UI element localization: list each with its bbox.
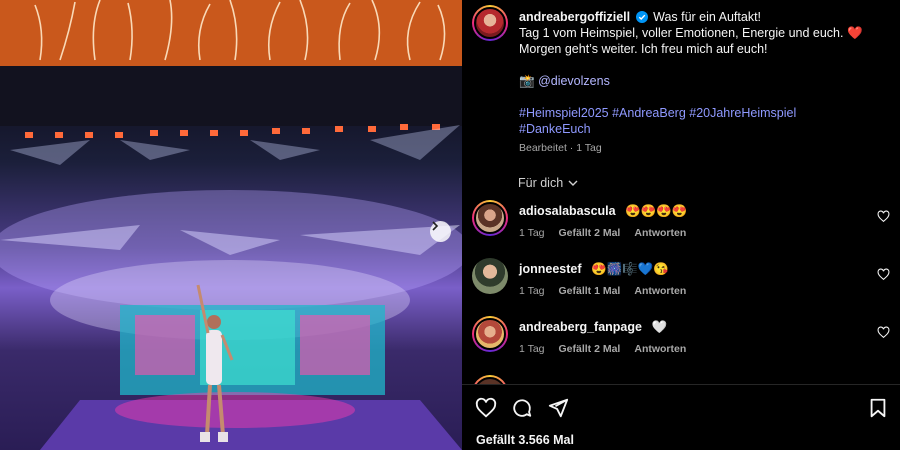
heart-icon[interactable]	[475, 397, 497, 419]
comment-likes[interactable]: Gefällt 2 Mal	[559, 227, 621, 239]
comment-text: 🤍	[651, 320, 668, 334]
post-caption: andreabergoffiziell Was für ein Auftakt!…	[519, 9, 889, 137]
for-you-sort-toggle[interactable]: Für dich	[518, 176, 578, 190]
concert-stage-image	[0, 0, 462, 450]
comment-time: 1 Tag	[519, 285, 545, 297]
comment-username[interactable]: adiosalabascula	[519, 204, 616, 218]
comment-text: 😍🎆🎼💙😘	[591, 262, 669, 276]
comment-icon[interactable]	[511, 397, 533, 419]
comment-likes[interactable]: Gefällt 1 Mal	[559, 285, 621, 297]
heart-icon[interactable]	[877, 210, 890, 223]
comment-likes[interactable]: Gefällt 2 Mal	[559, 343, 621, 355]
comment-time: 1 Tag	[519, 343, 545, 355]
bookmark-icon[interactable]	[867, 397, 889, 419]
camera-emoji: 📸	[519, 74, 535, 88]
avatar[interactable]	[472, 316, 508, 352]
heart-icon[interactable]	[877, 326, 890, 339]
avatar[interactable]	[472, 258, 508, 294]
post-action-bar: Gefällt 3.566 Mal	[462, 384, 900, 450]
reply-button[interactable]: Antworten	[634, 285, 686, 297]
heart-icon[interactable]	[877, 268, 890, 281]
hashtags-line-2[interactable]: #DankeEuch	[519, 121, 889, 137]
comment-time: 1 Tag	[519, 227, 545, 239]
hashtags-line-1[interactable]: #Heimspiel2025 #AndreaBerg #20JahreHeims…	[519, 105, 889, 121]
caption-line-1: Was für ein Auftakt!	[653, 10, 762, 24]
caption-line-3: Morgen geht’s weiter. Ich freu mich auf …	[519, 42, 768, 56]
comment-item: adiosalabascula 😍😍😍😍 1 Tag Gefällt 2 Mal…	[462, 200, 900, 256]
post-photo[interactable]	[0, 0, 462, 450]
verified-badge-icon	[635, 11, 648, 23]
edited-timestamp: Bearbeitet · 1 Tag	[519, 142, 602, 154]
comment-username[interactable]: andreaberg_fanpage	[519, 320, 642, 334]
comment-item: andreaberg_fanpage 🤍 1 Tag Gefällt 2 Mal…	[462, 316, 900, 372]
photographer-mention[interactable]: @dievolzens	[538, 74, 610, 88]
reply-button[interactable]: Antworten	[634, 227, 686, 239]
share-icon[interactable]	[547, 397, 569, 419]
author-avatar[interactable]	[472, 5, 508, 41]
post-panel: andreabergoffiziell Was für ein Auftakt!…	[462, 0, 900, 450]
next-photo-button[interactable]	[430, 221, 451, 242]
comment-username[interactable]: jonneestef	[519, 262, 582, 276]
for-you-label: Für dich	[518, 176, 564, 190]
comment-text: 😍😍😍😍	[625, 204, 688, 218]
reply-button[interactable]: Antworten	[634, 343, 686, 355]
comment-item: jonneestef 😍🎆🎼💙😘 1 Tag Gefällt 1 Mal Ant…	[462, 258, 900, 314]
chevron-right-icon	[432, 221, 439, 231]
author-username[interactable]: andreabergoffiziell	[519, 10, 630, 24]
avatar[interactable]	[472, 200, 508, 236]
chevron-down-icon	[568, 180, 578, 186]
caption-line-2: Tag 1 vom Heimspiel, voller Emotionen, E…	[519, 26, 863, 40]
like-count[interactable]: Gefällt 3.566 Mal	[476, 433, 574, 447]
